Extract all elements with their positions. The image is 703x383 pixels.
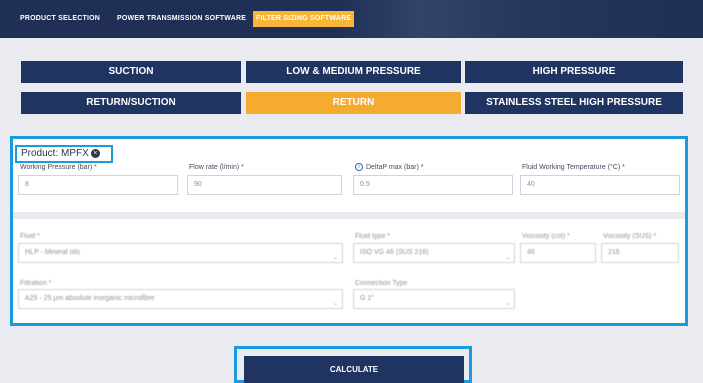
fluid-select[interactable]: HLP - Mineral oils ⌄ [18,243,343,263]
viscosity-sus-label: Viscosity (SUS) * [603,233,657,240]
viscosity-cst-label: Viscosity (cst) * [522,233,570,240]
suction-button[interactable]: SUCTION [21,61,241,83]
flow-rate-label: Flow rate (l/min) * [189,164,244,171]
flow-rate-input[interactable]: 90 [187,175,342,195]
viscosity-cst-input[interactable]: 46 [520,243,596,263]
chevron-down-icon: ⌄ [504,301,510,307]
high-pressure-button[interactable]: HIGH PRESSURE [465,61,683,83]
tab-filter-sizing-software[interactable]: FILTER SIZING SOFTWARE [253,11,355,27]
connection-type-select[interactable]: G 1" ⌄ [353,289,515,309]
working-pressure-label: Working Pressure (bar) * [20,164,97,171]
chevron-down-icon: ⌄ [504,255,510,261]
chevron-down-icon: ⌄ [332,255,338,261]
calculate-button[interactable]: CALCULATE [244,356,464,383]
fluid-label: Fluid * [20,233,40,240]
chevron-down-icon: ⌄ [332,301,338,307]
connection-type-label: Connection Type [355,280,408,287]
tab-product-selection[interactable]: PRODUCT SELECTION [20,12,100,26]
tab-power-transmission-software[interactable]: POWER TRANSMISSION SOFTWARE [117,12,246,26]
return-button[interactable]: RETURN [246,92,461,114]
fluid-type-select[interactable]: ISO VG 46 (SUS 216) ⌄ [353,243,515,263]
fluid-temperature-label: Fluid Working Temperature (°C) * [522,164,625,171]
deltap-label: i DeltaP max (bar) * [355,163,423,171]
top-nav: PRODUCT SELECTION POWER TRANSMISSION SOF… [0,0,703,38]
product-label: Product: MPFX [21,148,89,159]
working-pressure-input[interactable]: 8 [18,175,178,195]
stainless-steel-high-pressure-button[interactable]: STAINLESS STEEL HIGH PRESSURE [465,92,683,114]
viscosity-sus-input[interactable]: 216 [601,243,679,263]
filtration-label: Filtration * [20,280,52,287]
return-suction-button[interactable]: RETURN/SUCTION [21,92,241,114]
product-tag: Product: MPFX × [15,145,113,163]
close-icon[interactable]: × [90,148,100,158]
info-icon[interactable]: i [355,163,363,171]
fluid-type-label: Fluid type * [355,233,391,240]
low-medium-pressure-button[interactable]: LOW & MEDIUM PRESSURE [246,61,461,83]
deltap-input[interactable]: 0.5 [353,175,513,195]
filtration-select[interactable]: A25 - 25 µm absolute inorganic microfibr… [18,289,343,309]
fluid-temperature-input[interactable]: 40 [520,175,680,195]
